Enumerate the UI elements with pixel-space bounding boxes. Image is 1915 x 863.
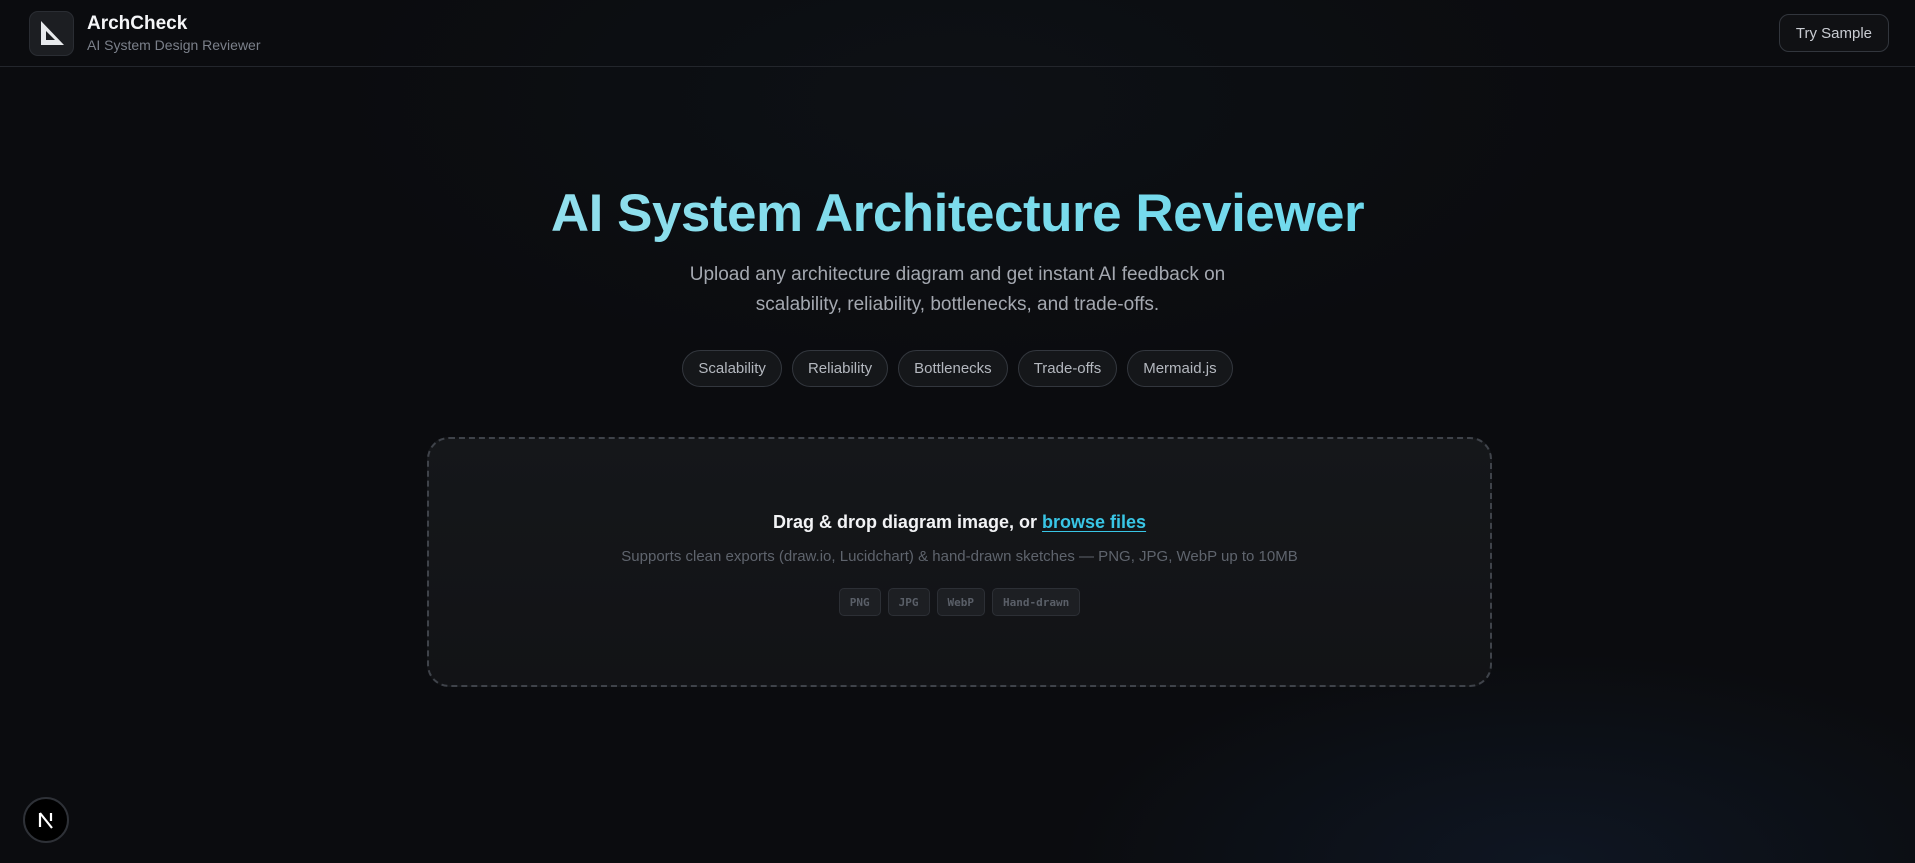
dropzone-hint: Supports clean exports (draw.io, Lucidch… <box>621 548 1298 565</box>
feature-tags: Scalability Reliability Bottlenecks Trad… <box>0 350 1915 387</box>
browse-files-link[interactable]: browse files <box>1042 512 1146 532</box>
brand-text: ArchCheck AI System Design Reviewer <box>87 13 261 53</box>
page-subtitle: Upload any architecture diagram and get … <box>0 260 1915 320</box>
page-title: AI System Architecture Reviewer <box>0 183 1915 244</box>
tag-trade-offs: Trade-offs <box>1017 350 1118 387</box>
format-badge-webp: WebP <box>936 588 985 616</box>
dropzone-prompt: Drag & drop diagram image, or browse fil… <box>429 512 1490 533</box>
set-square-icon <box>29 10 74 56</box>
format-badge-png: PNG <box>838 588 881 616</box>
tag-mermaid: Mermaid.js <box>1127 350 1233 387</box>
subtitle-line-2: scalability, reliability, bottlenecks, a… <box>755 294 1160 315</box>
dropzone-prompt-text: Drag & drop diagram image, or <box>772 512 1037 532</box>
try-sample-button[interactable]: Try Sample <box>1778 14 1889 52</box>
subtitle-line-1: Upload any architecture diagram and get … <box>689 264 1226 285</box>
format-badge-jpg: JPG <box>887 588 930 616</box>
upload-dropzone[interactable]: Drag & drop diagram image, or browse fil… <box>427 437 1492 687</box>
brand[interactable]: ArchCheck AI System Design Reviewer <box>29 10 261 56</box>
format-badges: PNG JPG WebP Hand-drawn <box>429 588 1490 616</box>
tag-bottlenecks: Bottlenecks <box>898 350 1008 387</box>
nextjs-icon[interactable] <box>23 797 69 843</box>
top-header: ArchCheck AI System Design Reviewer Try … <box>0 0 1915 67</box>
app-subtitle: AI System Design Reviewer <box>87 37 261 53</box>
format-badge-hand-drawn: Hand-drawn <box>992 588 1081 616</box>
tag-reliability: Reliability <box>791 350 889 387</box>
app-name: ArchCheck <box>87 13 188 34</box>
tag-scalability: Scalability <box>682 350 782 387</box>
